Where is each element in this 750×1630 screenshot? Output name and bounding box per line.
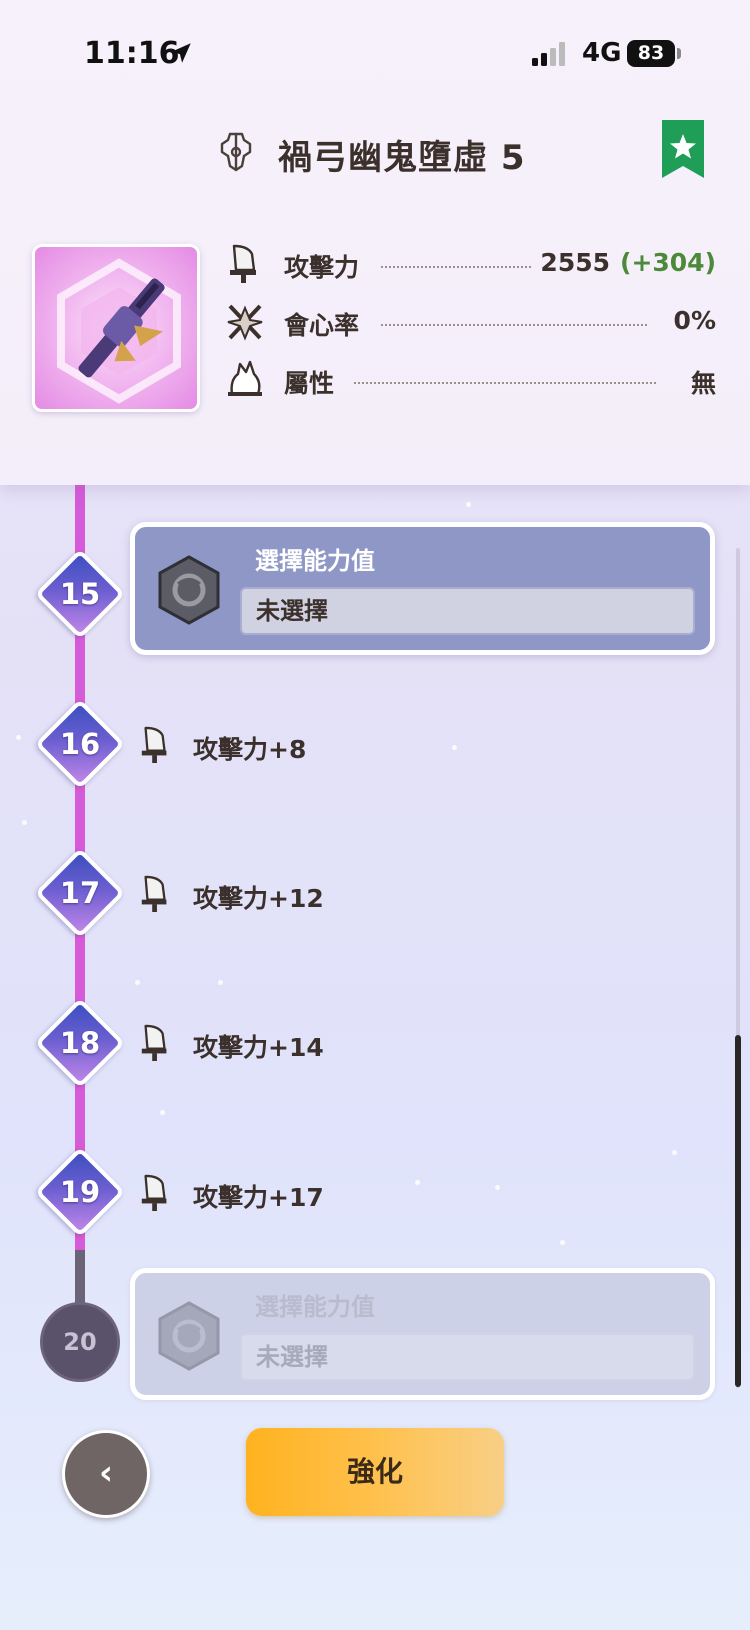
sparkle	[22, 820, 27, 825]
attack-icon	[141, 875, 167, 912]
attack-value: 2555	[540, 248, 611, 277]
level-number: 18	[59, 1026, 101, 1060]
ability-choice-card-locked: 選擇能力值 未選擇	[130, 1268, 715, 1400]
sparkle	[452, 745, 457, 750]
network-type: 4G	[582, 38, 622, 68]
location-arrow-icon	[171, 43, 191, 63]
stat-label: 會心率	[284, 311, 360, 340]
weapon-image	[32, 244, 200, 412]
element-value: 無	[690, 369, 716, 398]
progress-line-locked	[75, 1250, 85, 1310]
stat-row-affinity: 會心率 0%	[226, 298, 716, 348]
affinity-icon	[227, 304, 263, 341]
stat-value: 2555 (+304)	[540, 248, 716, 277]
sparkle	[466, 502, 471, 507]
weapon-illustration	[57, 258, 181, 404]
status-time: 11:16	[84, 36, 180, 71]
element-icon	[228, 360, 262, 396]
stat-label: 屬性	[284, 369, 335, 398]
enhance-button[interactable]: 強化	[246, 1428, 504, 1516]
level-number: 19	[59, 1175, 101, 1209]
back-button[interactable]: ‹	[62, 1430, 150, 1518]
affinity-value: 0%	[673, 306, 716, 335]
bonus-label: 攻擊力+14	[193, 1033, 324, 1062]
level-number: 17	[59, 876, 101, 910]
sparkle	[218, 980, 223, 985]
leader-dots	[381, 324, 647, 326]
leader-dots	[381, 266, 531, 268]
ability-choice-card[interactable]: 選擇能力值 未選擇	[130, 522, 715, 655]
stat-row-element: 屬性 無	[226, 356, 716, 406]
stat-label: 攻擊力	[284, 253, 360, 282]
level-number: 15	[59, 577, 101, 611]
title-row: 禍弓幽鬼墮虛 5	[0, 120, 750, 190]
weapon-summary-panel: 11:16 4G 83 禍弓幽鬼墮虛 5 攻擊力 2555 (+304) 會心率…	[0, 0, 750, 485]
attack-bonus: (+304)	[620, 248, 716, 277]
favorite-bookmark-icon[interactable]	[662, 120, 704, 178]
hexagon-emblem-icon	[158, 555, 220, 625]
bonus-label: 攻擊力+17	[193, 1183, 324, 1212]
bonus-label: 攻擊力+12	[193, 884, 324, 913]
sparkle	[560, 1240, 565, 1245]
ability-select-field: 未選擇	[240, 1333, 695, 1381]
bow-weapon-icon	[220, 132, 252, 172]
card-title: 選擇能力值	[255, 547, 375, 575]
card-title: 選擇能力值	[255, 1293, 375, 1321]
attack-icon	[141, 1174, 167, 1211]
leader-dots	[354, 382, 656, 384]
attack-icon	[230, 244, 256, 283]
sparkle	[135, 980, 140, 985]
level-node-locked: 20	[40, 1302, 120, 1382]
battery-indicator: 83	[627, 40, 675, 67]
bonus-label: 攻擊力+8	[193, 735, 307, 764]
scrollbar-thumb[interactable]	[735, 1035, 741, 1387]
status-bar: 11:16 4G 83	[0, 0, 750, 110]
battery-cap	[677, 48, 681, 59]
stat-row-attack: 攻擊力 2555 (+304)	[226, 240, 716, 290]
weapon-title: 禍弓幽鬼墮虛 5	[278, 138, 526, 178]
attack-icon	[141, 726, 167, 763]
ability-select-field[interactable]: 未選擇	[240, 587, 695, 635]
sparkle	[160, 1110, 165, 1115]
sparkle	[415, 1180, 420, 1185]
level-number: 16	[59, 727, 101, 761]
sparkle	[16, 735, 21, 740]
cellular-signal-icon	[532, 42, 565, 66]
sparkle	[495, 1185, 500, 1190]
sparkle	[672, 1150, 677, 1155]
attack-icon	[141, 1024, 167, 1061]
hexagon-emblem-icon	[158, 1301, 220, 1371]
